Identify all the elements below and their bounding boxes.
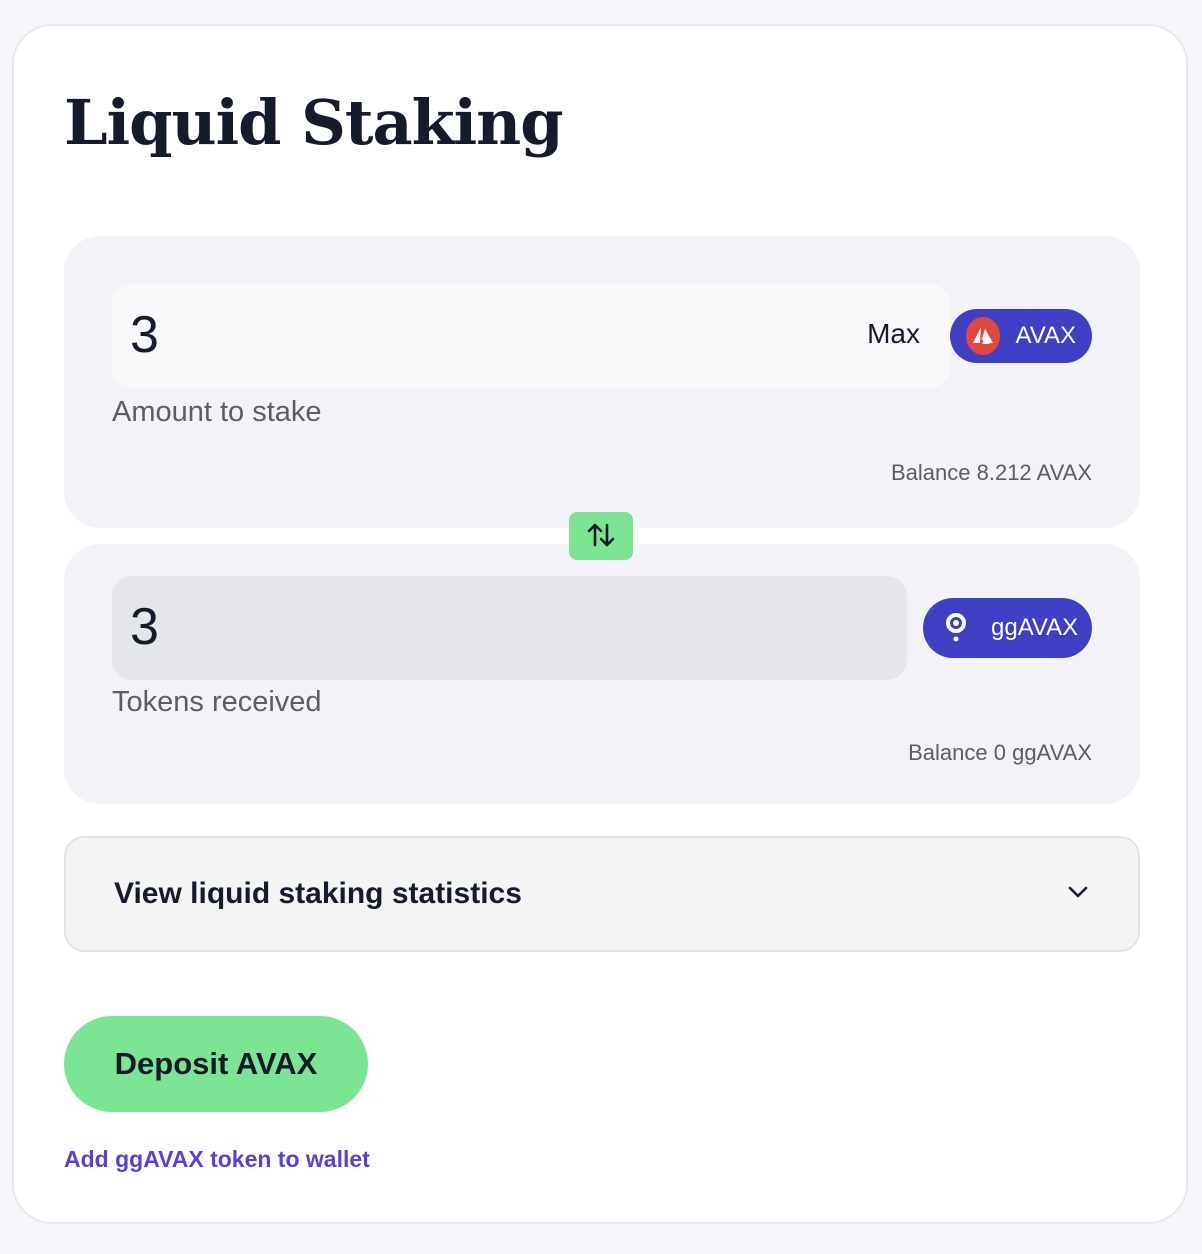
receive-field-label: Tokens received [112, 686, 322, 718]
receive-token-label: ggAVAX [991, 614, 1079, 641]
stake-amount-box: Max [112, 284, 950, 388]
liquid-staking-card: Liquid Staking Max AVAX Amount to stake … [12, 24, 1188, 1224]
max-button[interactable]: Max [867, 318, 920, 350]
stake-token-selector[interactable]: AVAX [950, 309, 1092, 363]
receive-token-selector[interactable]: ggAVAX [923, 598, 1092, 658]
stake-amount-input[interactable] [130, 302, 730, 368]
add-token-to-wallet-link[interactable]: Add ggAVAX token to wallet [64, 1146, 370, 1173]
stats-label: View liquid staking statistics [114, 877, 522, 910]
avax-logo-icon [966, 317, 1000, 355]
page-title: Liquid Staking [64, 86, 564, 159]
stake-field-label: Amount to stake [112, 396, 322, 428]
stake-panel: Max AVAX Amount to stake Balance 8.212 A… [64, 236, 1140, 528]
stake-token-label: AVAX [1015, 322, 1076, 349]
deposit-button[interactable]: Deposit AVAX [64, 1016, 368, 1112]
ggavax-logo-icon [945, 611, 967, 645]
receive-balance: Balance 0 ggAVAX [908, 740, 1092, 765]
liquid-staking-statistics-toggle[interactable]: View liquid staking statistics [64, 836, 1140, 952]
chevron-down-icon [1066, 884, 1090, 904]
receive-panel: ggAVAX Tokens received Balance 0 ggAVAX [64, 544, 1140, 804]
swap-arrows-icon [586, 521, 616, 552]
swap-direction-button[interactable] [569, 512, 633, 560]
stake-balance: Balance 8.212 AVAX [891, 460, 1092, 485]
receive-amount-box [112, 576, 907, 680]
receive-amount-input [130, 594, 730, 660]
